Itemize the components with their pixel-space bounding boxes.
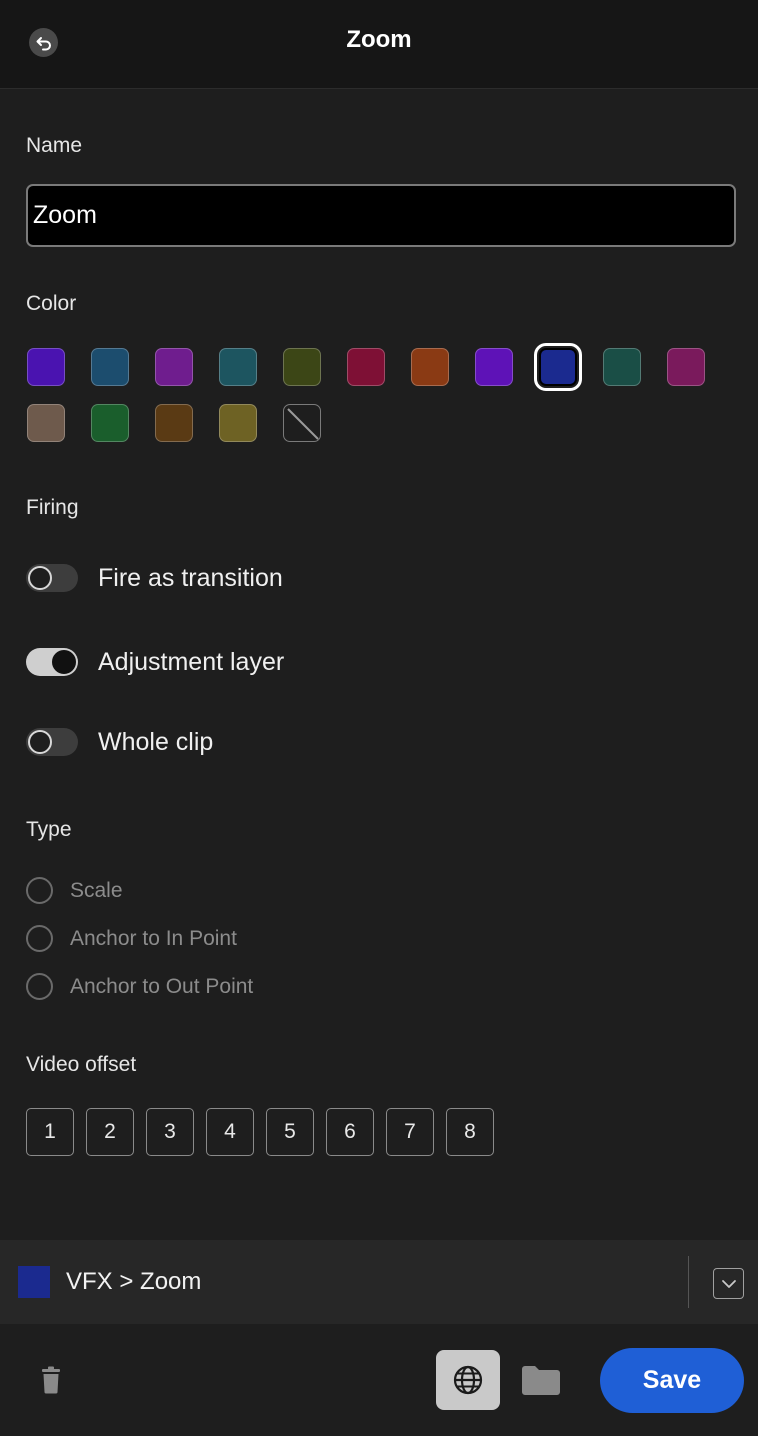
radio-anchor-in-point[interactable]: [26, 925, 53, 952]
folder-icon: [522, 1366, 560, 1395]
color-swatch[interactable]: [219, 348, 257, 386]
name-input[interactable]: [26, 184, 736, 247]
video-offset-button-6[interactable]: 6: [326, 1108, 374, 1156]
folder-button[interactable]: [521, 1364, 561, 1401]
color-swatch[interactable]: [475, 348, 513, 386]
video-offset-button-1[interactable]: 1: [26, 1108, 74, 1156]
radio-anchor-in-point-label: Anchor to In Point: [70, 927, 237, 950]
color-swatch[interactable]: [283, 348, 321, 386]
adjustment-layer-toggle[interactable]: [26, 648, 78, 676]
toggle-knob: [52, 650, 76, 674]
video-offset-button-8[interactable]: 8: [446, 1108, 494, 1156]
path-expand-button[interactable]: [713, 1268, 744, 1299]
radio-scale-label: Scale: [70, 879, 123, 902]
video-offset-button-5[interactable]: 5: [266, 1108, 314, 1156]
adjustment-layer-label: Adjustment layer: [98, 648, 285, 676]
path-color-swatch: [18, 1266, 50, 1298]
radio-scale[interactable]: [26, 877, 53, 904]
color-swatch[interactable]: [27, 348, 65, 386]
no-color-slash-icon: [287, 408, 319, 440]
path-bar: VFX > Zoom: [0, 1240, 758, 1324]
path-breadcrumb: VFX > Zoom: [66, 1268, 202, 1295]
color-swatch[interactable]: [91, 348, 129, 386]
web-button[interactable]: [436, 1350, 500, 1410]
delete-button[interactable]: [39, 1366, 63, 1399]
trash-icon: [42, 1366, 60, 1394]
whole-clip-label: Whole clip: [98, 728, 214, 756]
save-button[interactable]: Save: [600, 1348, 744, 1413]
whole-clip-toggle[interactable]: [26, 728, 78, 756]
color-swatch[interactable]: [155, 404, 193, 442]
toggle-knob: [28, 566, 52, 590]
toggle-knob: [28, 730, 52, 754]
color-swatch[interactable]: [27, 404, 65, 442]
color-swatch[interactable]: [603, 348, 641, 386]
color-swatch[interactable]: [91, 404, 129, 442]
page-title: Zoom: [346, 26, 412, 53]
color-swatch[interactable]: [219, 404, 257, 442]
color-label: Color: [26, 292, 77, 315]
video-offset-button-4[interactable]: 4: [206, 1108, 254, 1156]
fire-as-transition-label: Fire as transition: [98, 564, 283, 592]
color-swatch[interactable]: [347, 348, 385, 386]
color-swatch[interactable]: [667, 348, 705, 386]
color-swatch[interactable]: [411, 348, 449, 386]
video-offset-button-2[interactable]: 2: [86, 1108, 134, 1156]
name-label: Name: [26, 134, 83, 157]
firing-label: Firing: [26, 496, 79, 519]
fire-as-transition-toggle[interactable]: [26, 564, 78, 592]
video-offset-button-3[interactable]: 3: [146, 1108, 194, 1156]
header: Zoom: [0, 0, 758, 89]
radio-anchor-out-point[interactable]: [26, 973, 53, 1000]
divider: [688, 1256, 689, 1308]
color-swatch[interactable]: [155, 348, 193, 386]
globe-icon: [453, 1365, 483, 1395]
chevron-down-icon: [721, 1279, 736, 1288]
radio-anchor-out-point-label: Anchor to Out Point: [70, 975, 254, 998]
color-swatch-none[interactable]: [283, 404, 321, 442]
color-swatch-selected[interactable]: [534, 343, 582, 391]
video-offset-button-7[interactable]: 7: [386, 1108, 434, 1156]
video-offset-label: Video offset: [26, 1053, 137, 1076]
type-label: Type: [26, 818, 72, 841]
